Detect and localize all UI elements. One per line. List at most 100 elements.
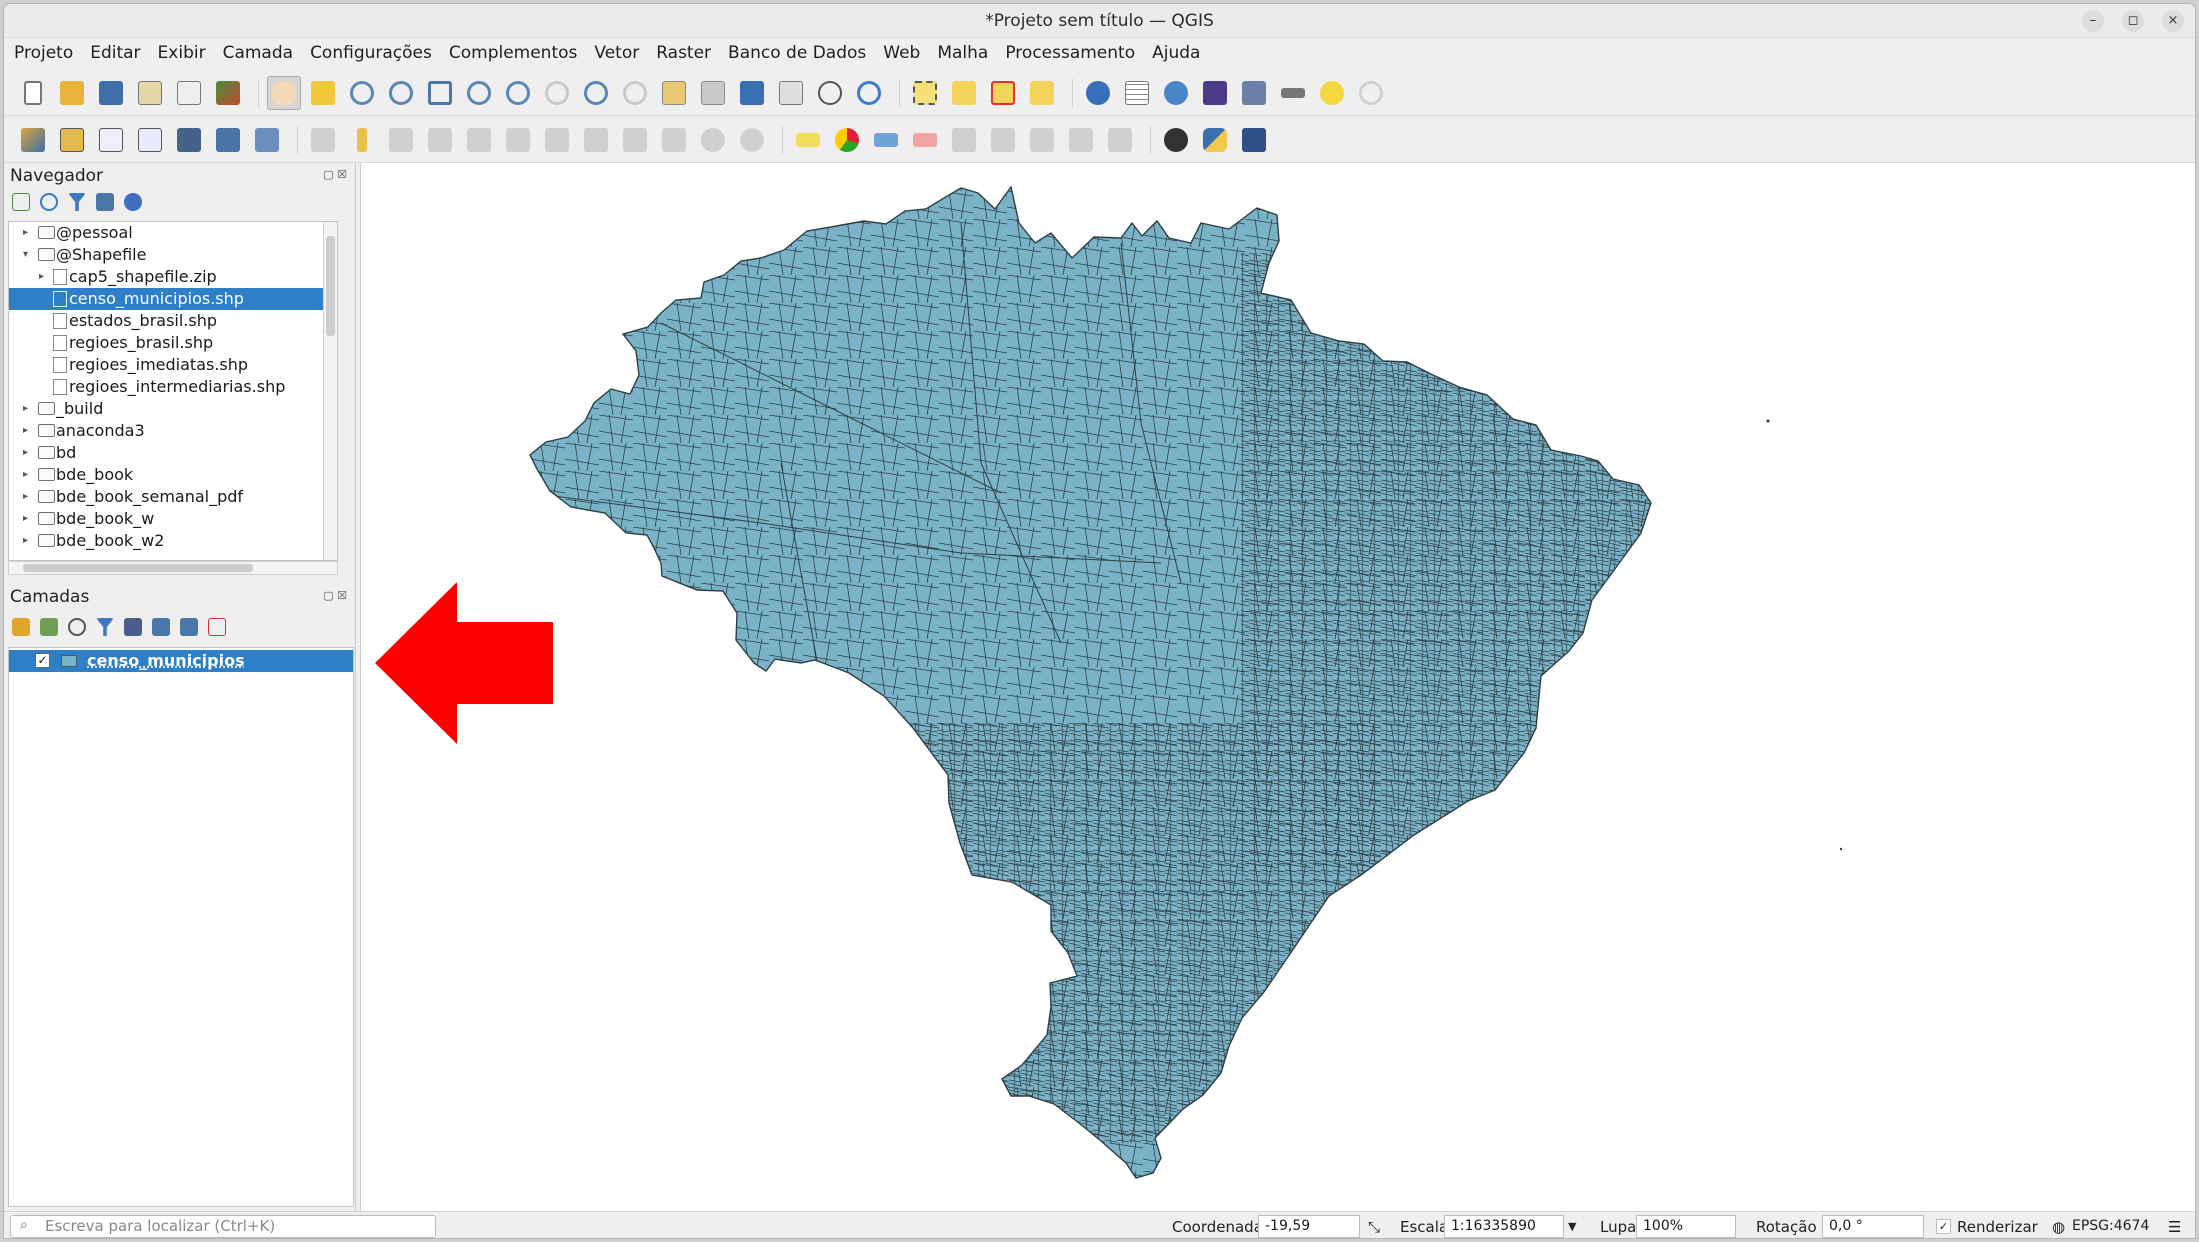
select-by-value-button[interactable]	[947, 76, 981, 110]
menu-camada[interactable]: Camada	[223, 43, 293, 63]
rotate-label-button[interactable]	[986, 123, 1020, 157]
layer-labeling-button[interactable]	[791, 123, 825, 157]
menu-vetor[interactable]: Vetor	[594, 43, 639, 63]
browser-panel-controls[interactable]: ▢ ☒	[323, 168, 347, 181]
highlight-pinned-labels-button[interactable]	[869, 123, 903, 157]
layer-visibility-checkbox[interactable]: ✓	[35, 653, 50, 668]
data-source-manager-button[interactable]	[16, 123, 50, 157]
select-location-button[interactable]	[1025, 76, 1059, 110]
scrollbar-thumb[interactable]	[23, 564, 253, 572]
redo-button[interactable]	[735, 123, 769, 157]
browser-horizontal-scrollbar[interactable]	[8, 561, 338, 575]
save-project-button[interactable]	[94, 76, 128, 110]
new-virtual-layer-button[interactable]	[172, 123, 206, 157]
menu-exibir[interactable]: Exibir	[158, 43, 206, 63]
zoom-next-button[interactable]	[618, 76, 652, 110]
new-temp-layer-button[interactable]	[133, 123, 167, 157]
menu-complementos[interactable]: Complementos	[449, 43, 578, 63]
refresh-icon[interactable]	[40, 193, 58, 211]
menu-web[interactable]: Web	[883, 43, 920, 63]
tree-item-bde-book-w2[interactable]: ▸ bde_book_w2	[9, 530, 337, 552]
select-features-button[interactable]	[908, 76, 942, 110]
locator-search-input[interactable]: Escreva para localizar (Ctrl+K)	[10, 1215, 436, 1238]
magnifier-spinbox[interactable]: 100%	[1636, 1215, 1736, 1238]
filter-icon[interactable]	[68, 193, 86, 211]
menu-raster[interactable]: Raster	[656, 43, 711, 63]
rotation-spinbox[interactable]: 0,0 °	[1822, 1215, 1924, 1238]
help-button[interactable]	[1237, 123, 1271, 157]
zoom-native-button[interactable]	[540, 76, 574, 110]
collapse-all-icon[interactable]	[180, 618, 198, 636]
tree-item-bd[interactable]: ▸ bd	[9, 442, 337, 464]
undo-button[interactable]	[696, 123, 730, 157]
expand-caret-icon[interactable]: ▸	[23, 530, 28, 552]
delete-selected-button[interactable]	[540, 123, 574, 157]
menu-projeto[interactable]: Projeto	[14, 43, 73, 63]
collapse-all-icon[interactable]	[96, 193, 114, 211]
filter-legend-icon[interactable]	[96, 618, 114, 636]
add-group-icon[interactable]	[40, 618, 58, 636]
tree-item-estados-brasil[interactable]: estados_brasil.shp	[9, 310, 337, 332]
add-vector-layer-button[interactable]	[250, 123, 284, 157]
attribute-table-button[interactable]	[1120, 76, 1154, 110]
zoom-out-button[interactable]	[384, 76, 418, 110]
open-project-button[interactable]	[55, 76, 89, 110]
menu-ajuda[interactable]: Ajuda	[1152, 43, 1200, 63]
expand-caret-icon[interactable]: ▸	[23, 464, 28, 486]
refresh-button[interactable]	[852, 76, 886, 110]
tree-item-zip[interactable]: ▸ cap5_shapefile.zip	[9, 266, 337, 288]
expand-caret-icon[interactable]: ▸	[23, 222, 28, 244]
menu-malha[interactable]: Malha	[937, 43, 988, 63]
layer-diagram-button[interactable]	[830, 123, 864, 157]
temporal-controller-button[interactable]	[813, 76, 847, 110]
tree-item-bde-book-semanal-pdf[interactable]: ▸ bde_book_semanal_pdf	[9, 486, 337, 508]
tree-item-bde-book-w[interactable]: ▸ bde_book_w	[9, 508, 337, 530]
new-map-view-button[interactable]	[657, 76, 691, 110]
show-bookmarks-button[interactable]	[774, 76, 808, 110]
new-print-layout-button[interactable]	[133, 76, 167, 110]
current-edits-button[interactable]	[306, 123, 340, 157]
tree-item-regioes-intermediarias[interactable]: regioes_intermediarias.shp	[9, 376, 337, 398]
bookmark-button[interactable]	[735, 76, 769, 110]
expand-caret-icon[interactable]: ▸	[23, 508, 28, 530]
eye-icon[interactable]	[68, 618, 86, 636]
maximize-button[interactable]: ◻	[2122, 10, 2144, 32]
new-shapefile-button[interactable]	[94, 123, 128, 157]
add-feature-button[interactable]	[423, 123, 457, 157]
info-icon[interactable]	[124, 193, 142, 211]
tree-item-bde-book[interactable]: ▸ bde_book	[9, 464, 337, 486]
tree-item-shapefile[interactable]: ▾ @Shapefile	[9, 244, 337, 266]
statistics-button[interactable]	[1198, 76, 1232, 110]
cut-button[interactable]	[579, 123, 613, 157]
remove-layer-icon[interactable]	[208, 618, 226, 636]
measure-button[interactable]	[1276, 76, 1310, 110]
crs-globe-icon[interactable]: ◍	[2052, 1218, 2065, 1236]
close-button[interactable]: ×	[2162, 10, 2184, 32]
plugin-button[interactable]	[1159, 123, 1193, 157]
collapse-caret-icon[interactable]: ▾	[23, 244, 28, 266]
add-selected-layers-icon[interactable]	[12, 193, 30, 211]
add-layer-button[interactable]	[211, 123, 245, 157]
map-canvas[interactable]	[360, 163, 2195, 1211]
menu-processamento[interactable]: Processamento	[1005, 43, 1135, 63]
chevron-down-icon[interactable]: ▼	[1568, 1220, 1576, 1233]
new-geopackage-button[interactable]	[55, 123, 89, 157]
identify-features-button[interactable]	[1081, 76, 1115, 110]
toggle-extents-icon[interactable]: ⤡	[1368, 1218, 1380, 1236]
save-edits-button[interactable]	[384, 123, 418, 157]
zoom-last-button[interactable]	[579, 76, 613, 110]
layer-row[interactable]: ✓ censo_municipios	[9, 650, 353, 672]
minimize-button[interactable]: –	[2082, 10, 2104, 32]
paste-button[interactable]	[657, 123, 691, 157]
zoom-full-button[interactable]	[423, 76, 457, 110]
crs-button[interactable]: EPSG:4674	[2072, 1218, 2149, 1234]
render-checkbox[interactable]: ✓	[1936, 1219, 1951, 1234]
pan-map-button[interactable]	[267, 75, 301, 110]
menu-editar[interactable]: Editar	[90, 43, 140, 63]
map-tips-button[interactable]	[1315, 76, 1349, 110]
style-manager-button[interactable]	[211, 76, 245, 110]
zoom-to-selection-button[interactable]	[462, 76, 496, 110]
toggle-label-display-button[interactable]	[908, 123, 942, 157]
scrollbar-thumb[interactable]	[326, 236, 335, 336]
change-label-button[interactable]	[1025, 123, 1059, 157]
